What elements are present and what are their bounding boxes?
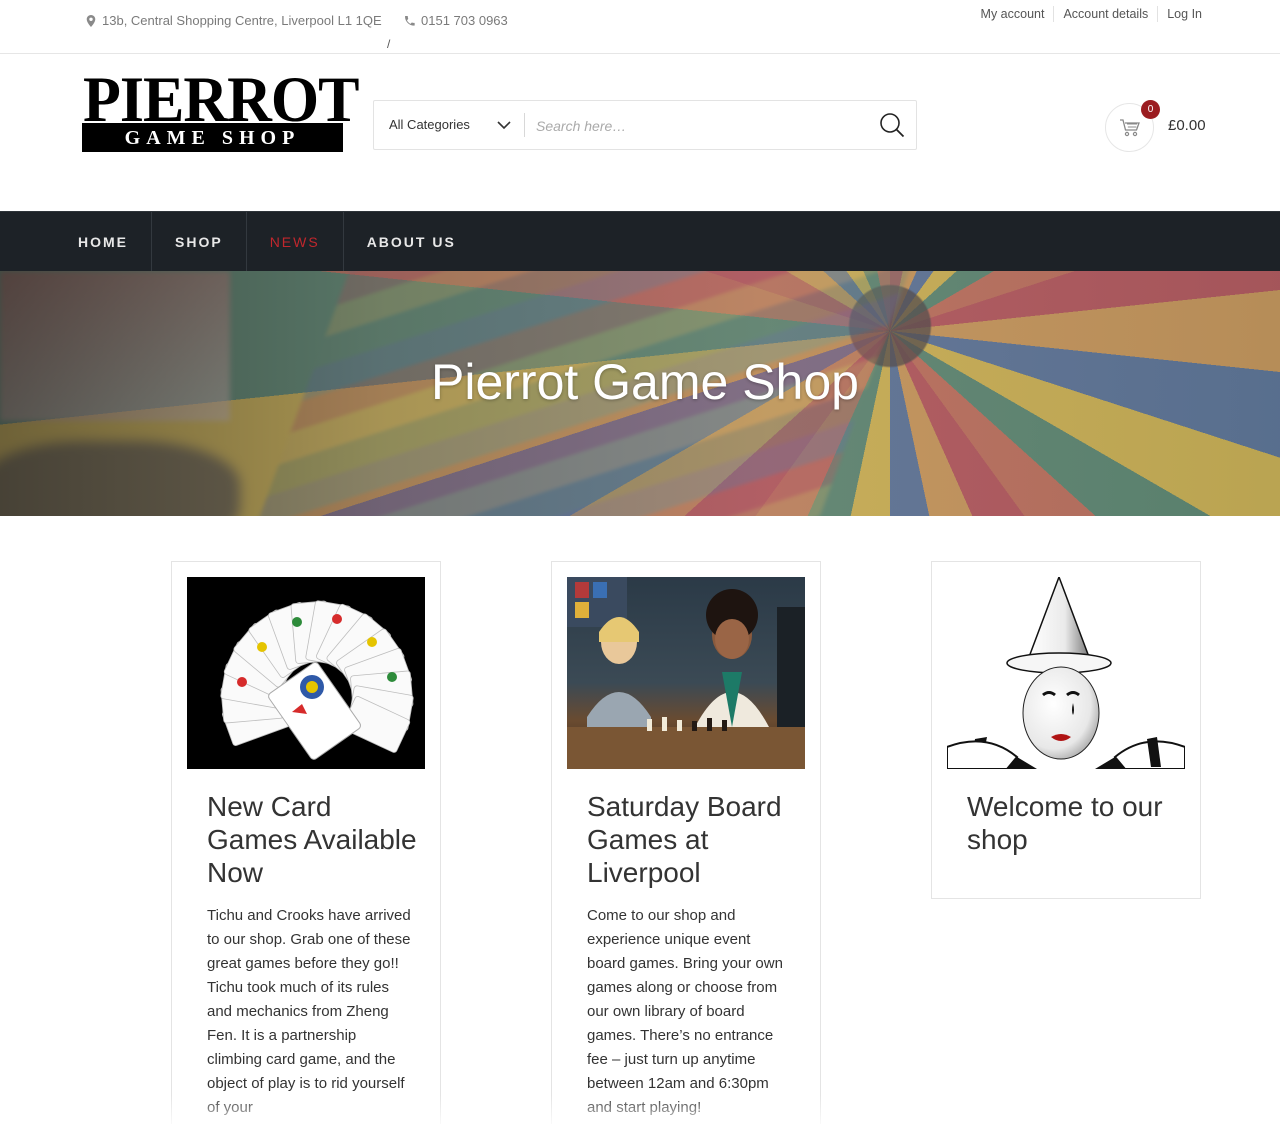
card-fan-image[interactable] xyxy=(187,577,425,769)
my-account-link[interactable]: My account xyxy=(972,6,1055,22)
phone-icon xyxy=(405,15,415,26)
post-excerpt: Tichu and Crooks have arrived to our sho… xyxy=(207,907,411,1116)
cart-total[interactable]: £0.00 xyxy=(1168,117,1206,134)
pierrot-clown-image[interactable] xyxy=(947,577,1185,769)
top-bar: 13b, Central Shopping Centre, Liverpool … xyxy=(0,0,1280,54)
address-info: 13b, Central Shopping Centre, Liverpool … xyxy=(86,13,382,28)
map-pin-icon xyxy=(86,14,96,27)
card-fan-illustration xyxy=(220,600,414,760)
phone-text: 0151 703 0963 xyxy=(421,13,508,28)
post-title[interactable]: Saturday Board Games at Liverpool xyxy=(587,790,797,889)
category-select[interactable]: All Categories xyxy=(389,117,470,132)
search-divider xyxy=(524,113,525,137)
nav-home[interactable]: HOME xyxy=(55,212,152,272)
board-game-photo[interactable] xyxy=(567,577,805,769)
main-nav: HOME SHOP NEWS ABOUT US xyxy=(0,211,1280,272)
post-card-card-games: New Card Games Available Now Tichu and C… xyxy=(171,561,441,1124)
log-in-link[interactable]: Log In xyxy=(1158,6,1202,22)
address-text: 13b, Central Shopping Centre, Liverpool … xyxy=(102,13,382,28)
nav-news[interactable]: NEWS xyxy=(247,212,344,272)
search-input[interactable] xyxy=(536,113,856,139)
account-details-link[interactable]: Account details xyxy=(1054,6,1159,22)
post-title[interactable]: New Card Games Available Now xyxy=(207,790,417,889)
site-logo[interactable]: PIERROT GAME SHOP xyxy=(82,64,359,152)
chevron-down-icon[interactable] xyxy=(497,120,511,130)
post-card-welcome: Welcome to our shop xyxy=(931,561,1201,899)
hero-banner: Pierrot Game Shop xyxy=(0,271,1280,516)
board-game-illustration xyxy=(567,577,805,769)
nav-shop[interactable]: SHOP xyxy=(152,212,247,272)
shopping-cart-icon xyxy=(1120,119,1140,137)
search-bar: All Categories xyxy=(373,100,917,150)
pierrot-clown-illustration xyxy=(947,577,1185,769)
post-excerpt: Come to our shop and experience unique e… xyxy=(587,907,783,1116)
logo-line2: GAME SHOP xyxy=(82,123,343,152)
post-card-board-games: Saturday Board Games at Liverpool Come t… xyxy=(551,561,821,1124)
logo-line1: PIERROT xyxy=(83,64,359,136)
account-links: My account Account details Log In xyxy=(972,6,1202,22)
post-title[interactable]: Welcome to our shop xyxy=(967,790,1177,856)
hero-title: Pierrot Game Shop xyxy=(431,354,859,410)
phone-info: 0151 703 0963 xyxy=(405,13,508,28)
nav-about-us[interactable]: ABOUT US xyxy=(344,212,479,272)
cart-count-badge: 0 xyxy=(1141,100,1160,119)
search-icon[interactable] xyxy=(878,111,906,139)
separator: / xyxy=(387,37,391,51)
